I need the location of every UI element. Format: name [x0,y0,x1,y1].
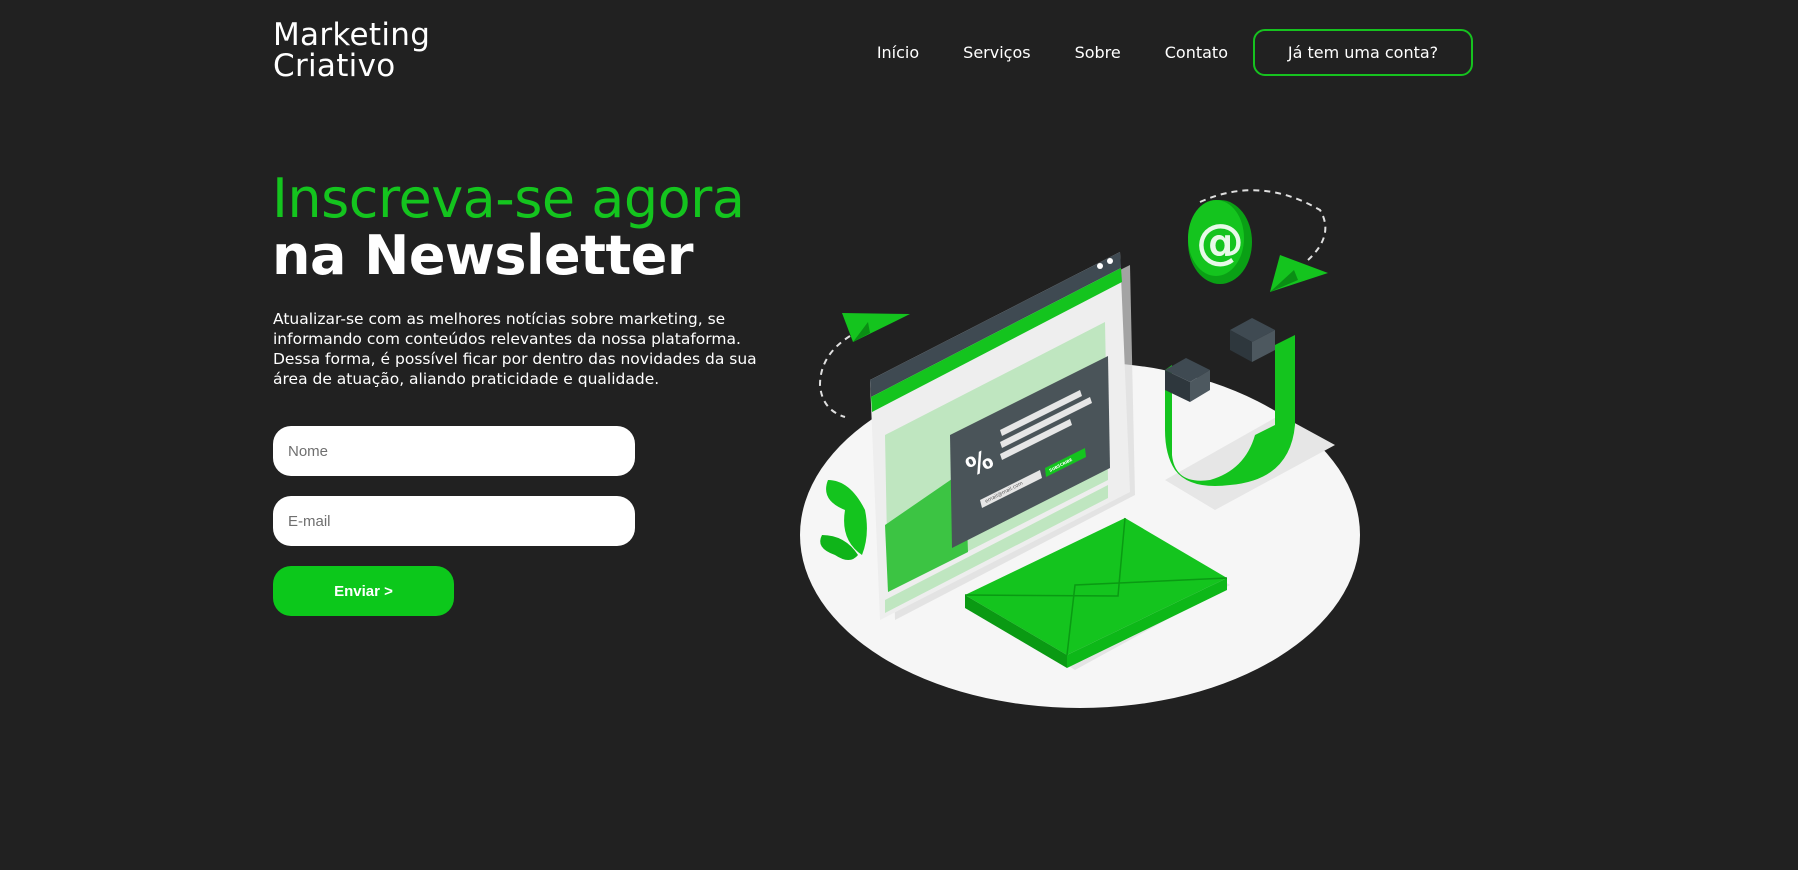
name-input[interactable] [273,426,635,476]
hero-description: Atualizar-se com as melhores notícias so… [273,310,757,388]
submit-button[interactable]: Enviar > [273,566,454,616]
paper-plane-left-icon [842,313,910,342]
logo-line-2: Criativo [273,48,396,84]
nav-link-contato[interactable]: Contato [1165,43,1228,62]
email-input[interactable] [273,496,635,546]
nav-link-inicio[interactable]: Início [877,43,919,62]
window-dot-icon [1097,263,1103,269]
main-nav: Início Serviços Sobre Contato Já tem uma… [877,29,1473,76]
logo-line-1: Marketing [273,17,431,53]
newsletter-illustration: % email@mail.com SUBSCRIBE @ [800,189,1360,708]
site-header: Marketing Criativo Início Serviços Sobre… [273,20,1473,84]
dashed-arrow-left [818,335,851,418]
hero-title: Inscreva-se agora na Newsletter [272,170,832,284]
login-button[interactable]: Já tem uma conta? [1253,29,1473,76]
hero-title-line-2: na Newsletter [272,224,694,287]
logo[interactable]: Marketing Criativo [273,20,453,82]
hero-title-line-1: Inscreva-se agora [272,167,745,230]
window-dot-icon [1107,258,1113,264]
nav-link-sobre[interactable]: Sobre [1075,43,1121,62]
nav-link-servicos[interactable]: Serviços [963,43,1030,62]
at-symbol-icon: @ [1196,214,1244,270]
